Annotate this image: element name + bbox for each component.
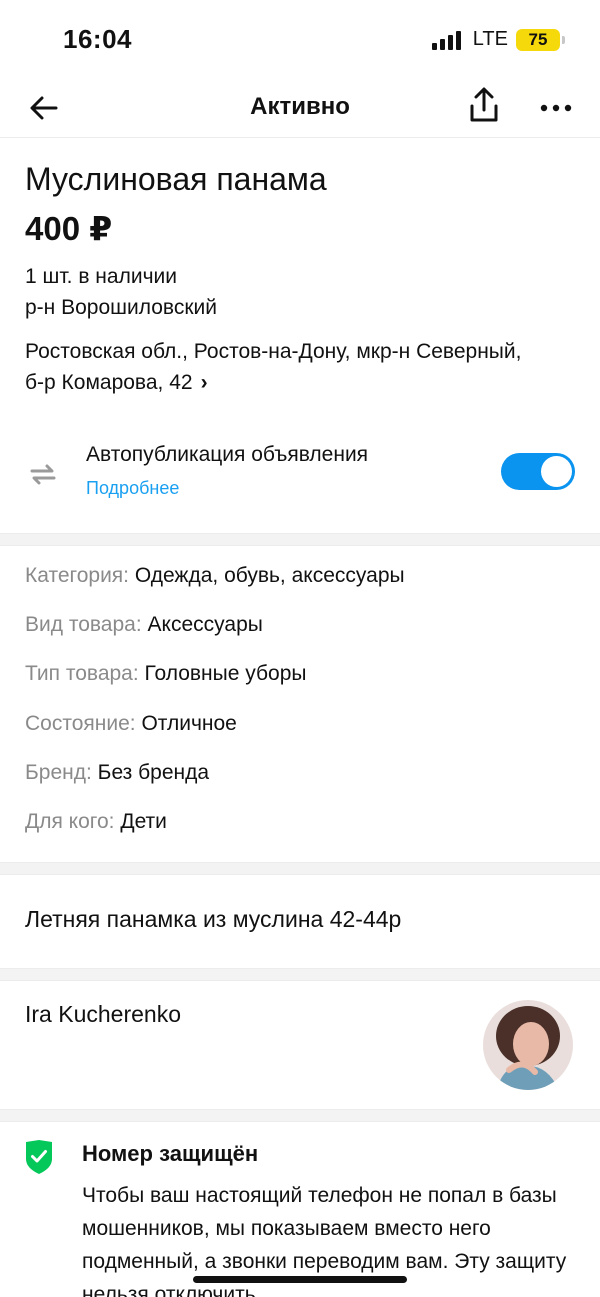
share-icon[interactable] (466, 86, 502, 126)
toggle-knob (541, 456, 572, 487)
status-indicators: LTE 75 (431, 28, 565, 51)
param-value: Без бренда (97, 760, 210, 784)
autopublish-label: Автопубликация объявления (86, 443, 369, 466)
status-time: 16:04 (63, 24, 132, 54)
param-row: Вид товара: Аксессуары (25, 613, 405, 662)
param-row: Бренд: Без бренда (25, 761, 405, 810)
param-value: Дети (120, 809, 167, 833)
param-key: Вид товара: (25, 613, 142, 637)
autopublish-toggle[interactable] (501, 453, 575, 490)
shield-check-icon (24, 1139, 54, 1175)
param-value: Аксессуары (147, 613, 263, 637)
nav-bar: Активно (0, 80, 600, 138)
section-divider (0, 968, 600, 981)
section-divider (0, 533, 600, 546)
secure-title: Номер защищён (82, 1141, 259, 1166)
listing-description: Летняя панамка из муслина 42-44р (25, 906, 402, 932)
listing-price: 400 ₽ (25, 210, 113, 247)
chevron-right-icon: › (200, 371, 208, 394)
battery-level: 75 (528, 29, 548, 49)
param-value: Отличное (141, 711, 237, 735)
address-text: Ростовская обл., Ростов-на-Дону, мкр-н С… (25, 340, 522, 394)
avatar[interactable] (483, 1000, 573, 1090)
more-dots-icon[interactable] (538, 90, 574, 126)
param-value: Одежда, обувь, аксессуары (134, 564, 405, 587)
signal-strength-icon (431, 30, 461, 50)
more-info-link[interactable]: Подробнее (86, 478, 179, 499)
param-key: Для кого: (25, 809, 115, 833)
param-row: Категория: Одежда, обувь, аксессуары (25, 564, 405, 613)
params-list: Категория: Одежда, обувь, аксессуары Вид… (25, 564, 405, 859)
address-link[interactable]: Ростовская обл., Ростов-на-Дону, мкр-н С… (25, 336, 545, 398)
battery-icon: 75 (516, 28, 565, 51)
param-key: Тип товара: (25, 662, 139, 686)
stock-count: 1 шт. в наличии (25, 265, 177, 288)
autopublish-row: Автопубликация объявления Подробнее (0, 431, 600, 533)
section-divider (0, 862, 600, 875)
param-row: Тип товара: Головные уборы (25, 662, 405, 711)
param-row: Состояние: Отличное (25, 712, 405, 761)
seller-name[interactable]: Ira Kucherenko (25, 1001, 181, 1028)
refresh-icon (26, 457, 60, 491)
param-key: Категория: (25, 564, 130, 587)
section-divider (0, 1109, 600, 1122)
status-bar: 16:04 LTE 75 (0, 0, 600, 80)
param-key: Состояние: (25, 711, 136, 735)
network-type: LTE (472, 28, 508, 50)
param-row: Для кого: Дети (25, 810, 405, 859)
district: р-н Ворошиловский (25, 296, 217, 319)
page-title: Активно (250, 93, 350, 120)
home-indicator[interactable] (193, 1276, 407, 1283)
param-key: Бренд: (25, 760, 92, 784)
param-value: Головные уборы (144, 662, 307, 686)
listing-title: Муслиновая панама (25, 161, 327, 197)
